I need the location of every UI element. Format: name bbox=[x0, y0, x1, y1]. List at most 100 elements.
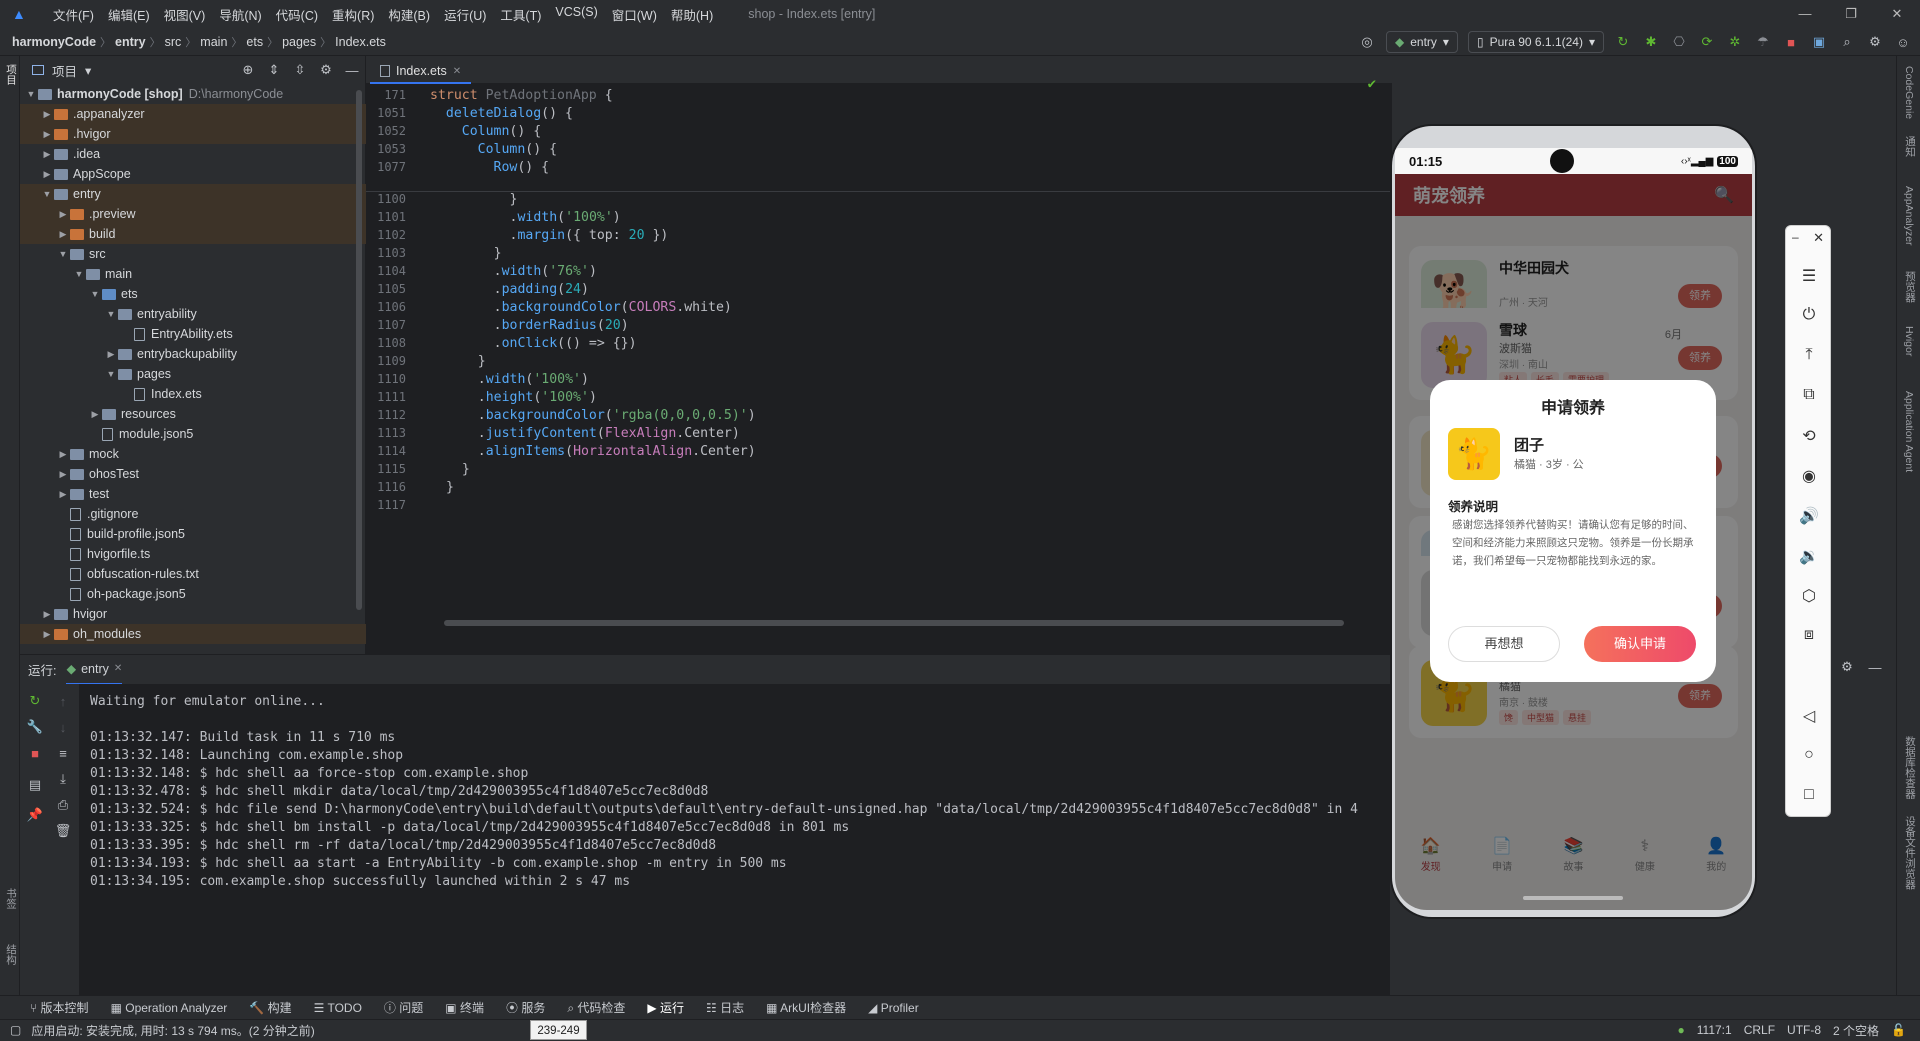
breadcrumb-item[interactable]: ets bbox=[242, 35, 267, 49]
tool-window-button[interactable]: ⑂ 版本控制 bbox=[30, 999, 89, 1016]
rerun-icon[interactable]: ↻ bbox=[26, 692, 44, 710]
rerun-icon[interactable]: ↻ bbox=[1614, 33, 1632, 51]
breadcrumb-item[interactable]: harmonyCode bbox=[8, 35, 100, 49]
tree-item[interactable]: Index.ets bbox=[20, 384, 366, 404]
menu-item[interactable]: 工具(T) bbox=[493, 5, 548, 24]
chevron-right-icon[interactable]: ▶ bbox=[104, 344, 118, 364]
stop-icon[interactable]: ■ bbox=[26, 744, 44, 762]
chevron-right-icon[interactable]: ▶ bbox=[40, 104, 54, 124]
chevron-right-icon[interactable]: ▶ bbox=[40, 164, 54, 184]
menu-item[interactable]: 窗口(W) bbox=[605, 5, 664, 24]
tool-window-button[interactable]: ⓘ 问题 bbox=[384, 999, 423, 1016]
run-settings-icon[interactable]: ⚙ bbox=[1838, 658, 1856, 676]
tool-window-button[interactable]: ◢ Profiler bbox=[868, 1001, 919, 1015]
settings-icon[interactable]: ⚙ bbox=[1866, 33, 1884, 51]
recents-icon[interactable]: □ bbox=[1786, 786, 1832, 804]
indent-setting[interactable]: 2 个空格 bbox=[1833, 1022, 1879, 1039]
scroll-up-icon[interactable]: ↑ bbox=[54, 692, 72, 710]
menu-item[interactable]: 重构(R) bbox=[325, 5, 381, 24]
run-hide-icon[interactable]: — bbox=[1866, 658, 1884, 676]
pin-icon[interactable]: 📌 bbox=[26, 806, 44, 824]
menu-item[interactable]: VCS(S) bbox=[548, 5, 604, 24]
debug-icon[interactable]: ✱ bbox=[1642, 33, 1660, 51]
scroll-down-icon[interactable]: ↓ bbox=[54, 718, 72, 736]
chevron-right-icon[interactable]: ▶ bbox=[40, 144, 54, 164]
chevron-right-icon[interactable]: ▶ bbox=[40, 624, 54, 644]
emu-minimize-icon[interactable]: – bbox=[1786, 230, 1832, 244]
chevron-right-icon[interactable]: ▶ bbox=[88, 404, 102, 424]
breadcrumb-item[interactable]: src bbox=[161, 35, 186, 49]
menu-item[interactable]: 代码(C) bbox=[269, 5, 325, 24]
tree-item[interactable]: EntryAbility.ets bbox=[20, 324, 366, 344]
right-stripe-item[interactable]: 通知 bbox=[1903, 136, 1918, 157]
chevron-right-icon[interactable]: ▶ bbox=[56, 224, 70, 244]
tree-item[interactable]: ▼ ets bbox=[20, 284, 366, 304]
code-editor[interactable]: 1100 } 1101 .width('100%') 1102 .margin({ … bbox=[366, 76, 1392, 654]
chevron-right-icon[interactable]: ▶ bbox=[56, 484, 70, 504]
tree-item[interactable]: ▶ ohosTest bbox=[20, 464, 366, 484]
confirm-button[interactable]: 确认申请 bbox=[1584, 626, 1696, 662]
power-icon[interactable]: ⏻ bbox=[1786, 306, 1832, 324]
panel-toggle-icon[interactable]: ▢ bbox=[10, 1023, 21, 1037]
tab-index-ets[interactable]: Index.ets ✕ bbox=[370, 60, 472, 84]
status-message[interactable]: 应用启动: 安装完成, 用时: 13 s 794 ms。(2 分钟之前) bbox=[31, 1022, 314, 1039]
target-icon[interactable]: ◎ bbox=[1358, 33, 1376, 51]
menu-item[interactable]: 帮助(H) bbox=[664, 5, 720, 24]
tree-item[interactable]: ▶ entrybackupability bbox=[20, 344, 366, 364]
tree-item[interactable]: .gitignore bbox=[20, 504, 366, 524]
tree-item[interactable]: ▶ oh_modules bbox=[20, 624, 366, 644]
tool-window-button[interactable]: ☷ 日志 bbox=[706, 999, 744, 1016]
rotate-icon[interactable]: ⟲ bbox=[1786, 426, 1832, 446]
menu-item[interactable]: 视图(V) bbox=[157, 5, 213, 24]
stripe-bookmarks[interactable]: 书签 bbox=[4, 888, 19, 909]
line-separator[interactable]: CRLF bbox=[1744, 1023, 1775, 1037]
chevron-right-icon[interactable]: ▶ bbox=[40, 604, 54, 624]
layout-icon[interactable]: ▤ bbox=[26, 776, 44, 794]
file-encoding[interactable]: UTF-8 bbox=[1787, 1023, 1821, 1037]
tree-item[interactable]: build-profile.json5 bbox=[20, 524, 366, 544]
device-manager-icon[interactable]: ▣ bbox=[1810, 33, 1828, 51]
tree-item[interactable]: ▶ build bbox=[20, 224, 366, 244]
breadcrumb-item[interactable]: pages bbox=[278, 35, 320, 49]
chevron-down-icon[interactable]: ▼ bbox=[40, 184, 54, 204]
tree-item[interactable]: hvigorfile.ts bbox=[20, 544, 366, 564]
multi-screen-icon[interactable]: ⧈ bbox=[1786, 626, 1832, 644]
stripe-project[interactable]: 项目 bbox=[4, 64, 19, 85]
clear-icon[interactable]: 🗑 bbox=[54, 822, 72, 840]
tree-item[interactable]: ▶ hvigor bbox=[20, 604, 366, 624]
chevron-right-icon[interactable]: ▶ bbox=[56, 464, 70, 484]
tree-item[interactable]: oh-package.json5 bbox=[20, 584, 366, 604]
caret-position[interactable]: 1117:1 bbox=[1697, 1023, 1732, 1037]
tool-window-button[interactable]: ▶ 运行 bbox=[647, 999, 684, 1016]
breadcrumb-item[interactable]: main bbox=[196, 35, 231, 49]
run-tab-entry[interactable]: ◆ entry ✕ bbox=[66, 655, 123, 685]
profile-icon[interactable]: ✲ bbox=[1726, 33, 1744, 51]
right-stripe-item[interactable]: AppAnalyzer bbox=[1903, 186, 1915, 246]
gear-icon[interactable]: ⚙ bbox=[317, 61, 335, 79]
tool-window-button[interactable]: ⦿ 服务 bbox=[506, 999, 545, 1016]
tree-item[interactable]: ▶ test bbox=[20, 484, 366, 504]
tree-item[interactable]: obfuscation-rules.txt bbox=[20, 564, 366, 584]
close-icon[interactable]: ✕ bbox=[1874, 0, 1920, 28]
menu-item[interactable]: 导航(N) bbox=[212, 5, 268, 24]
account-icon[interactable]: ☺ bbox=[1894, 33, 1912, 51]
chevron-down-icon[interactable]: ▼ bbox=[56, 244, 70, 264]
chevron-down-icon[interactable]: ▼ bbox=[104, 364, 118, 384]
screenshot-crop-icon[interactable]: ⧉ bbox=[1786, 386, 1832, 404]
tree-item[interactable]: module.json5 bbox=[20, 424, 366, 444]
horizontal-scrollbar[interactable] bbox=[444, 620, 1344, 626]
tree-item[interactable]: ▶ resources bbox=[20, 404, 366, 424]
chevron-down-icon[interactable]: ▼ bbox=[104, 304, 118, 324]
menu-item[interactable]: 文件(F) bbox=[46, 5, 101, 24]
chevron-down-icon[interactable]: ▼ bbox=[88, 284, 102, 304]
lock-icon[interactable]: 🔓 bbox=[1891, 1023, 1906, 1037]
tool-window-button[interactable]: ⌕ 代码检查 bbox=[567, 999, 625, 1016]
collapse-all-icon[interactable]: ⇳ bbox=[291, 61, 309, 79]
right-stripe-item[interactable]: 数据库检查器 bbox=[1903, 736, 1918, 799]
shake-icon[interactable]: ⬡ bbox=[1786, 586, 1832, 606]
cancel-button[interactable]: 再想想 bbox=[1448, 626, 1560, 662]
right-stripe-item[interactable]: 设备文件浏览器 bbox=[1903, 816, 1918, 890]
menu-item[interactable]: 构建(B) bbox=[381, 5, 437, 24]
scroll-to-end-icon[interactable]: ⤓ bbox=[54, 770, 72, 788]
home-icon[interactable]: ○ bbox=[1786, 746, 1832, 764]
